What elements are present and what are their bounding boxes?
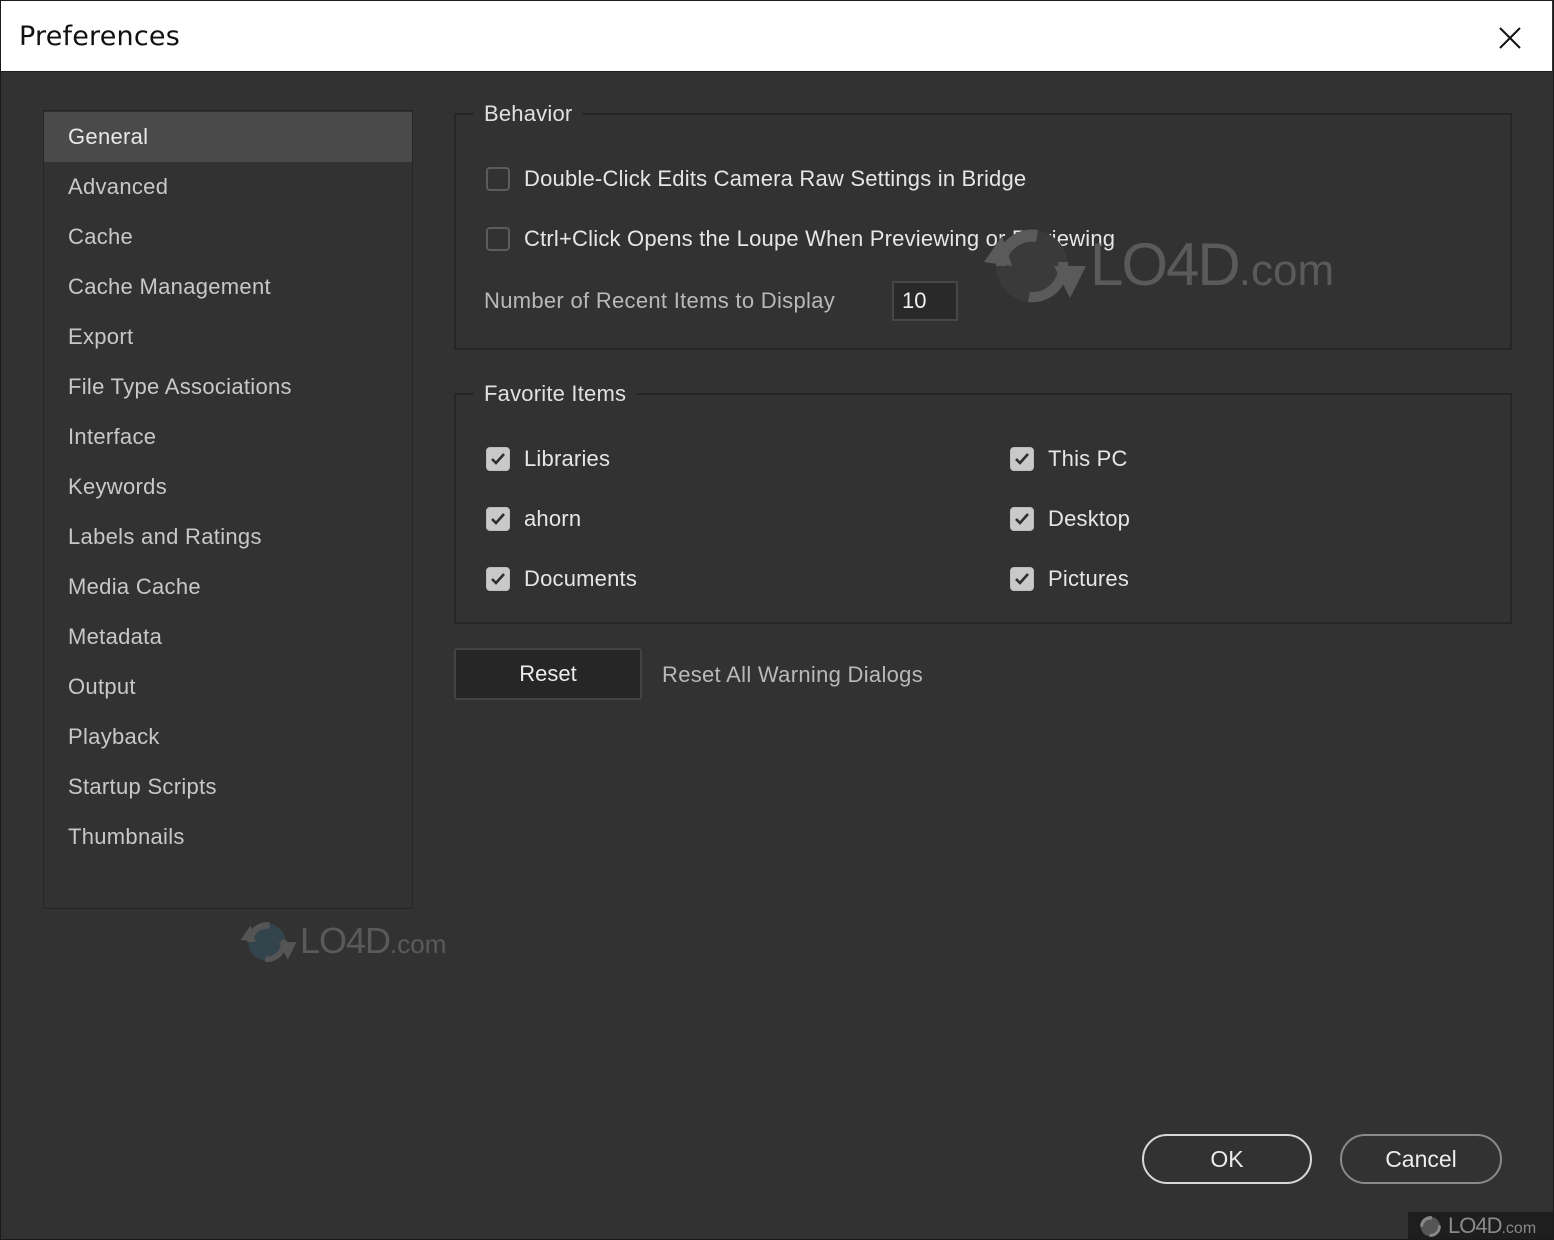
title-bar: Preferences <box>1 1 1552 72</box>
sidebar-item-interface[interactable]: Interface <box>44 412 412 462</box>
favorites-group-title: Favorite Items <box>474 381 637 407</box>
cancel-button[interactable]: Cancel <box>1340 1134 1502 1184</box>
favorite-libraries-row[interactable]: Libraries <box>486 444 610 474</box>
favorite-pictures-checkbox[interactable] <box>1010 567 1034 591</box>
favorite-ahorn-label: ahorn <box>524 506 582 531</box>
double-click-camera-raw-label: Double-Click Edits Camera Raw Settings i… <box>524 166 1027 191</box>
close-icon <box>1499 27 1521 49</box>
checkmark-icon <box>1015 453 1029 465</box>
window-title: Preferences <box>19 21 180 52</box>
favorite-documents-label: Documents <box>524 566 638 591</box>
sidebar-item-general[interactable]: General <box>44 112 412 162</box>
favorite-libraries-label: Libraries <box>524 446 611 471</box>
sidebar-item-cache[interactable]: Cache <box>44 212 412 262</box>
sidebar-nav: General Advanced Cache Cache Management … <box>43 110 413 909</box>
favorite-documents-row[interactable]: Documents <box>486 564 637 594</box>
sidebar-item-startup-scripts[interactable]: Startup Scripts <box>44 762 412 812</box>
watermark-swirl-icon <box>240 922 297 962</box>
sidebar-item-labels-and-ratings[interactable]: Labels and Ratings <box>44 512 412 562</box>
sidebar-item-file-type-associations[interactable]: File Type Associations <box>44 362 412 412</box>
favorite-this-pc-row[interactable]: This PC <box>1010 444 1128 474</box>
favorite-ahorn-checkbox[interactable] <box>486 507 510 531</box>
favorite-desktop-label: Desktop <box>1048 506 1131 531</box>
favorite-this-pc-label: This PC <box>1048 446 1128 471</box>
recent-items-input[interactable] <box>892 281 958 321</box>
sidebar-item-keywords[interactable]: Keywords <box>44 462 412 512</box>
checkmark-icon <box>1015 573 1029 585</box>
favorite-ahorn-row[interactable]: ahorn <box>486 504 581 534</box>
favorite-pictures-row[interactable]: Pictures <box>1010 564 1129 594</box>
favorite-libraries-checkbox[interactable] <box>486 447 510 471</box>
recent-items-label: Number of Recent Items to Display <box>484 288 836 313</box>
reset-warnings-label: Reset All Warning Dialogs <box>662 662 924 687</box>
favorite-desktop-row[interactable]: Desktop <box>1010 504 1130 534</box>
favorite-documents-checkbox[interactable] <box>486 567 510 591</box>
ctrl-click-loupe-checkbox-row[interactable]: Ctrl+Click Opens the Loupe When Previewi… <box>486 224 1115 254</box>
sidebar-item-export[interactable]: Export <box>44 312 412 362</box>
checkmark-icon <box>491 453 505 465</box>
favorite-desktop-checkbox[interactable] <box>1010 507 1034 531</box>
watermark-swirl-icon <box>1420 1216 1441 1237</box>
checkmark-icon <box>491 573 505 585</box>
watermark-text-small: LO4D.com <box>300 920 447 961</box>
sidebar-item-metadata[interactable]: Metadata <box>44 612 412 662</box>
favorite-pictures-label: Pictures <box>1048 566 1130 591</box>
watermark-corner-text: LO4D.com <box>1448 1213 1537 1238</box>
ctrl-click-loupe-label: Ctrl+Click Opens the Loupe When Previewi… <box>524 226 1116 251</box>
watermark-corner: LO4D.com <box>1408 1212 1554 1240</box>
behavior-group-title: Behavior <box>474 101 583 127</box>
ok-button[interactable]: OK <box>1142 1134 1312 1184</box>
favorite-this-pc-checkbox[interactable] <box>1010 447 1034 471</box>
checkmark-icon <box>1015 513 1029 525</box>
sidebar-item-advanced[interactable]: Advanced <box>44 162 412 212</box>
reset-warnings-button[interactable]: Reset <box>454 648 642 700</box>
double-click-camera-raw-checkbox-row[interactable]: Double-Click Edits Camera Raw Settings i… <box>486 164 1026 194</box>
double-click-camera-raw-checkbox[interactable] <box>486 167 510 191</box>
sidebar-item-cache-management[interactable]: Cache Management <box>44 262 412 312</box>
watermark-logo-small: LO4D.com <box>236 918 446 964</box>
sidebar-item-media-cache[interactable]: Media Cache <box>44 562 412 612</box>
ctrl-click-loupe-checkbox[interactable] <box>486 227 510 251</box>
sidebar-item-output[interactable]: Output <box>44 662 412 712</box>
sidebar-item-thumbnails[interactable]: Thumbnails <box>44 812 412 862</box>
checkmark-icon <box>491 513 505 525</box>
close-button[interactable] <box>1487 15 1533 61</box>
sidebar-item-playback[interactable]: Playback <box>44 712 412 762</box>
